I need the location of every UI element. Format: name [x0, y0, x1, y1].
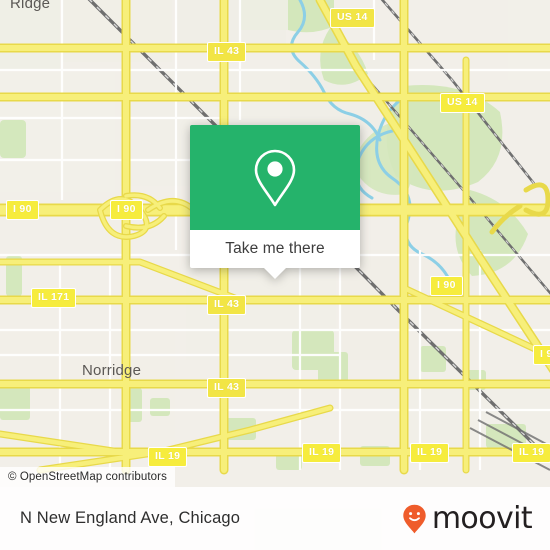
map-shield-il19: IL 19 — [148, 447, 188, 467]
map-shield-il43: IL 43 — [207, 378, 247, 398]
map-shield-il43: IL 43 — [207, 295, 247, 315]
map-shield-i90: I 90 — [110, 200, 143, 220]
take-me-there-button[interactable]: Take me there — [190, 230, 360, 279]
map-shield-us14: US 14 — [330, 8, 375, 28]
take-me-there-label: Take me there — [225, 240, 325, 257]
moovit-brand[interactable]: moovit — [402, 500, 533, 536]
moovit-smiley-pin-icon — [403, 504, 426, 533]
location-pin-icon — [254, 149, 296, 206]
map-shield-us14: US 14 — [440, 93, 485, 113]
map-shield-il171: IL 171 — [31, 288, 77, 308]
osm-attribution-text: © OpenStreetMap contributors — [8, 471, 167, 483]
map-shield-i90: I 90 — [6, 200, 39, 220]
destination-popup-card[interactable]: Take me there — [190, 125, 360, 279]
map-shield-il19: IL 19 — [410, 443, 450, 463]
map-shield-i90-partial: I 9 — [533, 345, 550, 365]
map-screen: Ridge Norridge IL 43 US 14 US 14 I 90 I … — [0, 0, 550, 550]
map-shield-i90: I 90 — [430, 276, 463, 296]
moovit-wordmark: moovit — [431, 500, 533, 536]
osm-attribution[interactable]: © OpenStreetMap contributors — [0, 467, 175, 487]
location-title: N New England Ave, Chicago — [20, 509, 241, 527]
map-shield-il43: IL 43 — [207, 42, 247, 62]
popup-icon-area — [190, 125, 360, 230]
map-shield-il19: IL 19 — [302, 443, 342, 463]
map-shield-il19: IL 19 — [512, 443, 550, 463]
bottom-bar: N New England Ave, Chicago moovit — [0, 487, 550, 550]
popup-pointer-tail — [264, 268, 286, 279]
